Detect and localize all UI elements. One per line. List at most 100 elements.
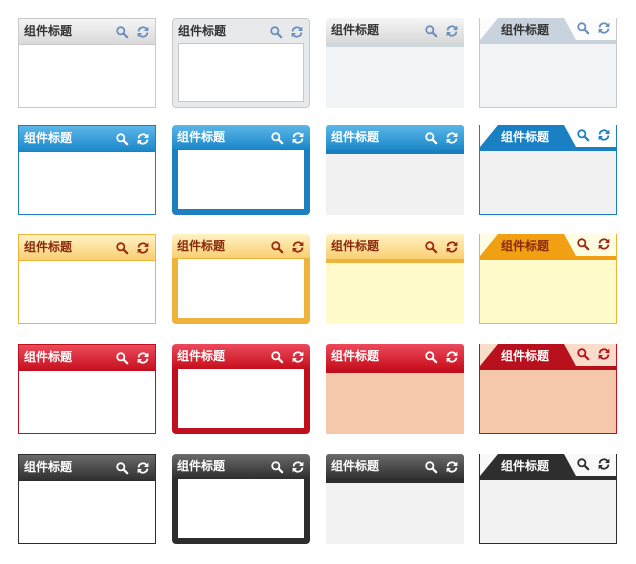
widget-title: 组件标题: [177, 459, 226, 473]
widget-tools: [576, 21, 611, 35]
widget-tools: [269, 25, 304, 39]
widget-header: 组件标题: [326, 344, 464, 369]
widget-tools: [424, 460, 459, 474]
widget-header: 组件标题: [19, 235, 155, 261]
search-icon[interactable]: [269, 25, 283, 39]
widget-title: 组件标题: [331, 130, 380, 144]
widget-content-area: [480, 370, 616, 433]
widget-title: 组件标题: [331, 23, 380, 37]
widget-panel-gray-style-4: 组件标题: [479, 18, 617, 108]
widget-title: 组件标题: [501, 459, 550, 473]
widget-header: 组件标题: [19, 345, 155, 371]
refresh-icon[interactable]: [597, 457, 611, 471]
widget-panel-black-style-2: 组件标题: [172, 454, 310, 544]
widget-panel-blue-style-1: 组件标题: [18, 125, 156, 215]
refresh-icon[interactable]: [291, 240, 305, 254]
widget-panel-black-style-1: 组件标题: [18, 454, 156, 544]
widget-panel-blue-style-4: 组件标题: [479, 125, 617, 215]
refresh-icon[interactable]: [597, 347, 611, 361]
search-icon[interactable]: [576, 347, 590, 361]
widget-tools: [115, 241, 150, 255]
widget-content-area: [326, 373, 464, 434]
widget-title: 组件标题: [177, 349, 226, 363]
search-icon[interactable]: [270, 131, 284, 145]
widget-tools: [576, 237, 611, 251]
widget-header: 组件标题: [326, 454, 464, 479]
search-icon[interactable]: [424, 240, 438, 254]
widget-header: 组件标题: [172, 234, 310, 258]
widget-panel-black-style-4: 组件标题: [479, 454, 617, 544]
widget-content-area: [480, 480, 616, 543]
widget-header: 组件标题: [480, 125, 616, 151]
refresh-icon[interactable]: [136, 132, 150, 146]
search-icon[interactable]: [270, 460, 284, 474]
widget-header: 组件标题: [326, 18, 464, 43]
refresh-icon[interactable]: [445, 350, 459, 364]
search-icon[interactable]: [576, 237, 590, 251]
widget-content-area: [177, 478, 305, 539]
widget-content-area: [178, 43, 304, 102]
search-icon[interactable]: [576, 128, 590, 142]
widget-tools: [115, 25, 150, 39]
refresh-icon[interactable]: [445, 460, 459, 474]
refresh-icon[interactable]: [136, 351, 150, 365]
widget-title: 组件标题: [331, 239, 380, 253]
widget-tools: [115, 351, 150, 365]
search-icon[interactable]: [115, 25, 129, 39]
widget-title: 组件标题: [331, 459, 380, 473]
refresh-icon[interactable]: [445, 24, 459, 38]
search-icon[interactable]: [424, 460, 438, 474]
refresh-icon[interactable]: [291, 350, 305, 364]
search-icon[interactable]: [270, 350, 284, 364]
widget-title: 组件标题: [501, 23, 550, 37]
widget-header: 组件标题: [19, 19, 155, 45]
refresh-icon[interactable]: [445, 240, 459, 254]
search-icon[interactable]: [115, 132, 129, 146]
search-icon[interactable]: [576, 21, 590, 35]
search-icon[interactable]: [576, 457, 590, 471]
widget-tools: [424, 24, 459, 38]
widget-panel-yellow-style-1: 组件标题: [18, 234, 156, 324]
widget-title: 组件标题: [178, 24, 227, 38]
widget-content-area: [480, 260, 616, 323]
search-icon[interactable]: [424, 350, 438, 364]
search-icon[interactable]: [115, 461, 129, 475]
search-icon[interactable]: [270, 240, 284, 254]
refresh-icon[interactable]: [291, 131, 305, 145]
refresh-icon[interactable]: [597, 128, 611, 142]
refresh-icon[interactable]: [136, 241, 150, 255]
widget-header: 组件标题: [480, 18, 616, 44]
search-icon[interactable]: [115, 351, 129, 365]
widget-content-area: [19, 261, 155, 323]
widget-content-area: [19, 371, 155, 433]
widget-panel-black-style-3: 组件标题: [326, 454, 464, 544]
refresh-icon[interactable]: [445, 131, 459, 145]
search-icon[interactable]: [424, 24, 438, 38]
search-icon[interactable]: [424, 131, 438, 145]
refresh-icon[interactable]: [136, 25, 150, 39]
widget-title: 组件标题: [24, 24, 73, 38]
refresh-icon[interactable]: [290, 25, 304, 39]
widget-header: 组件标题: [480, 454, 616, 480]
widget-tools: [270, 131, 305, 145]
refresh-icon[interactable]: [597, 237, 611, 251]
widget-title: 组件标题: [501, 349, 550, 363]
widget-tools: [576, 347, 611, 361]
widget-title: 组件标题: [501, 130, 550, 144]
widget-tools: [115, 461, 150, 475]
widget-header: 组件标题: [326, 125, 464, 150]
widget-content-area: [177, 258, 305, 319]
widget-tools: [576, 457, 611, 471]
widget-title: 组件标题: [501, 239, 550, 253]
search-icon[interactable]: [115, 241, 129, 255]
widget-content-area: [480, 151, 616, 214]
refresh-icon[interactable]: [597, 21, 611, 35]
widget-tools: [424, 350, 459, 364]
refresh-icon[interactable]: [291, 460, 305, 474]
widget-panel-red-style-4: 组件标题: [479, 344, 617, 434]
refresh-icon[interactable]: [136, 461, 150, 475]
widget-title: 组件标题: [24, 240, 73, 254]
widget-tools: [115, 132, 150, 146]
widget-tools: [576, 128, 611, 142]
widget-content-area: [177, 368, 305, 429]
